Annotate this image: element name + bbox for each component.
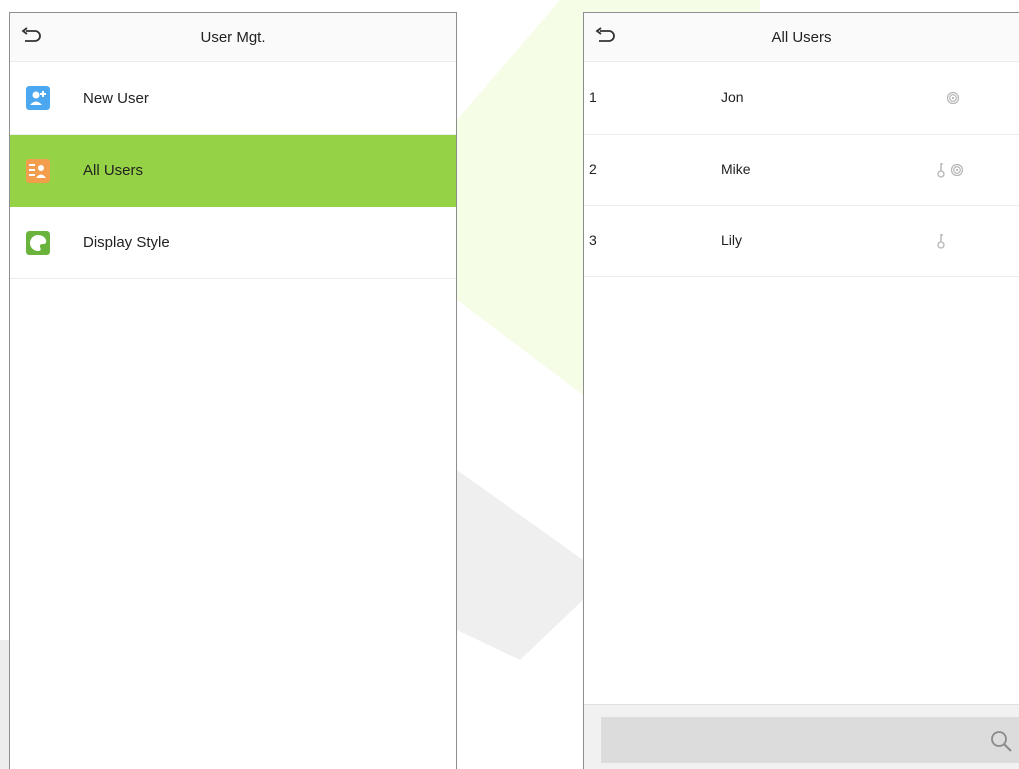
menu-item-all-users[interactable]: All Users	[10, 135, 456, 207]
page: User Mgt. New User All Users Display Sty…	[0, 0, 1019, 769]
menu-item-label: Display Style	[83, 234, 170, 251]
user-row[interactable]: 1 Jon	[584, 62, 1019, 135]
search-input[interactable]	[601, 717, 1019, 763]
user-id: 1	[589, 89, 597, 105]
menu-item-display-style[interactable]: Display Style	[10, 207, 456, 279]
search-bar	[584, 704, 1019, 769]
menu-item-new-user[interactable]: New User	[10, 62, 456, 135]
user-name: Jon	[721, 89, 744, 105]
page-title: User Mgt.	[200, 29, 266, 46]
page-title: All Users	[771, 29, 832, 46]
new-user-icon	[26, 86, 50, 110]
all-users-screen: All Users 1 Jon 2 Mike 3 Lily	[583, 12, 1019, 769]
display-style-icon	[26, 230, 50, 255]
password-icon	[937, 234, 945, 249]
user-management-screen: User Mgt. New User All Users Display Sty…	[9, 12, 457, 769]
credential-icons	[936, 162, 964, 178]
user-row[interactable]: 2 Mike	[584, 135, 1019, 206]
menu-item-label: New User	[83, 89, 149, 107]
password-icon	[937, 163, 945, 178]
user-row[interactable]: 3 Lily	[584, 206, 1019, 277]
fingerprint-icon	[946, 91, 960, 105]
menu-item-label: All Users	[83, 162, 144, 179]
user-id: 3	[589, 232, 597, 248]
user-name: Lily	[721, 232, 743, 248]
fingerprint-icon	[950, 163, 964, 177]
title-bar: All Users	[584, 13, 1019, 62]
user-name: Mike	[721, 161, 751, 177]
user-id: 2	[589, 161, 597, 177]
all-users-icon	[26, 158, 50, 183]
title-bar: User Mgt.	[10, 13, 456, 62]
search-icon[interactable]	[989, 729, 1013, 753]
credential-icons	[946, 90, 960, 106]
credential-icons	[936, 233, 946, 249]
